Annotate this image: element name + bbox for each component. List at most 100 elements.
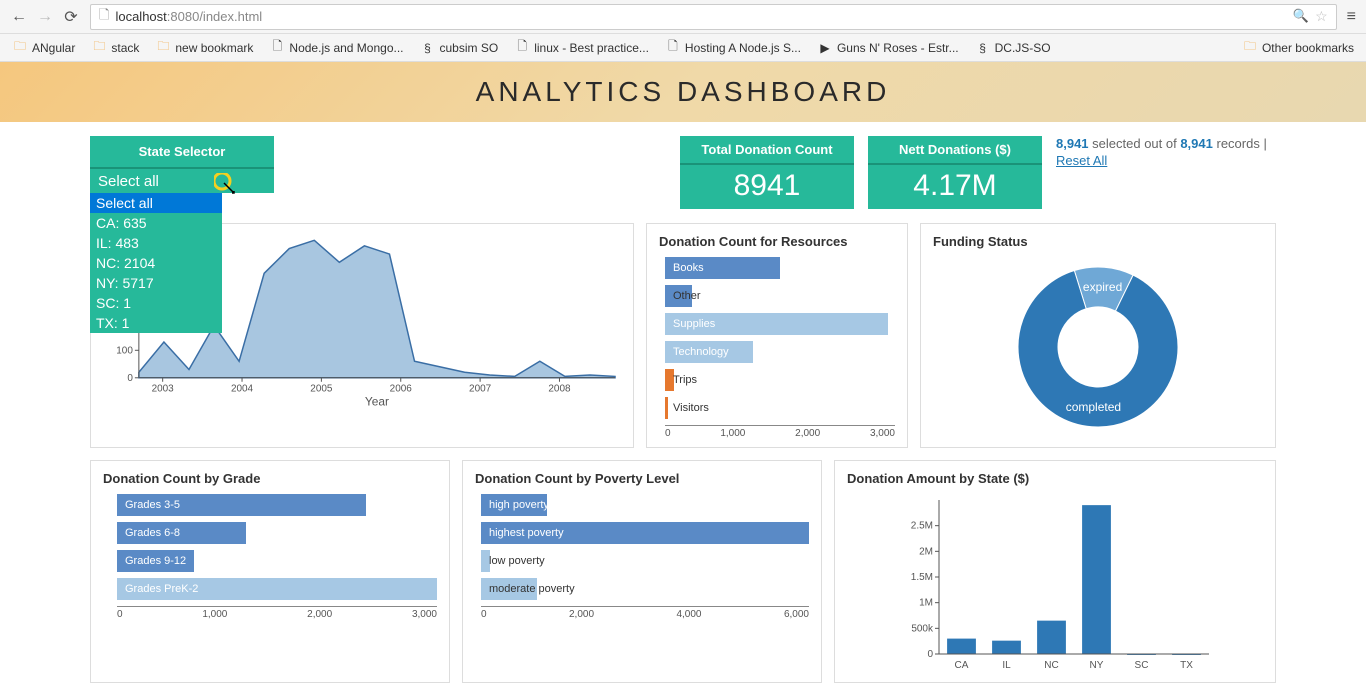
- card-title: Donation Count for Resources: [659, 234, 895, 249]
- svg-text:NC: NC: [1044, 660, 1058, 671]
- row-bar[interactable]: highest poverty: [481, 522, 809, 544]
- dropdown-option[interactable]: NY: 5717: [90, 273, 222, 293]
- state-bar-chart[interactable]: 0500k1M1.5M2M2.5MCAILNCNYSCTX: [847, 494, 1263, 674]
- row-bar[interactable]: Other: [665, 285, 895, 307]
- bookmark-icon: 🗀: [12, 40, 28, 56]
- dropdown-option[interactable]: TX: 1: [90, 313, 222, 333]
- dropdown-option[interactable]: NC: 2104: [90, 253, 222, 273]
- folder-icon: 🗀: [1242, 40, 1258, 56]
- browser-toolbar: ← → ⟳ 🗋 localhost:8080/index.html 🔍 ☆ ≡: [0, 0, 1366, 34]
- address-bar[interactable]: 🗋 localhost:8080/index.html 🔍 ☆: [90, 4, 1337, 30]
- row-bar[interactable]: Technology: [665, 341, 895, 363]
- row-bar[interactable]: low poverty: [481, 550, 809, 572]
- search-icon[interactable]: 🔍: [1293, 8, 1309, 25]
- bookmark-icon: §: [975, 40, 991, 56]
- hamburger-menu-icon[interactable]: ≡: [1343, 8, 1360, 26]
- grade-row-card: Donation Count by Grade Grades 3-5 Grade…: [90, 460, 450, 683]
- svg-text:500k: 500k: [911, 623, 934, 634]
- row-bar[interactable]: Visitors: [665, 397, 895, 419]
- reload-button[interactable]: ⟳: [58, 4, 84, 30]
- row-bar[interactable]: Grades PreK-2: [117, 578, 437, 600]
- row-bar[interactable]: Grades 6-8: [117, 522, 437, 544]
- row-bar[interactable]: Grades 3-5: [117, 494, 437, 516]
- svg-text:2008: 2008: [548, 384, 571, 395]
- svg-text:2M: 2M: [919, 546, 933, 557]
- resources-row-chart[interactable]: Books Other Supplies Technology Trips Vi…: [659, 257, 895, 439]
- svg-text:expired: expired: [1083, 280, 1122, 294]
- bookmarks-bar: 🗀ANgular🗀stack🗀new bookmark🗋Node.js and …: [0, 34, 1366, 62]
- svg-text:SC: SC: [1135, 660, 1149, 671]
- svg-text:100: 100: [116, 345, 133, 356]
- bookmark-icon: 🗀: [91, 40, 107, 56]
- dropdown-option[interactable]: IL: 483: [90, 233, 222, 253]
- card-title: Donation Count by Grade: [103, 471, 437, 486]
- card-title: Donation Amount by State ($): [847, 471, 1263, 486]
- dropdown-option[interactable]: SC: 1: [90, 293, 222, 313]
- bookmark-icon: ▶: [817, 40, 833, 56]
- poverty-row-card: Donation Count by Poverty Level high pov…: [462, 460, 822, 683]
- svg-text:2007: 2007: [469, 384, 492, 395]
- dropdown-option[interactable]: Select all: [90, 193, 222, 213]
- card-title: Donation Count by Poverty Level: [475, 471, 809, 486]
- kpi-label: Nett Donations ($): [868, 136, 1042, 165]
- state-bar-card: Donation Amount by State ($) 0 500k 1M 1.5M…: [834, 460, 1276, 683]
- bookmark-item[interactable]: 🗀new bookmark: [149, 37, 259, 59]
- kpi-total-donation-count: Total Donation Count 8941: [680, 136, 854, 209]
- bookmark-icon: 🗋: [665, 40, 681, 56]
- bookmark-item[interactable]: ▶Guns N' Roses - Estr...: [811, 37, 965, 59]
- record-counter: 8,941 selected out of 8,941 records | Re…: [1056, 136, 1276, 168]
- svg-text:2003: 2003: [152, 384, 175, 395]
- bookmark-item[interactable]: 🗋Node.js and Mongo...: [263, 37, 409, 59]
- svg-text:Year: Year: [365, 395, 389, 409]
- svg-text:2.5M: 2.5M: [911, 521, 933, 532]
- other-bookmarks[interactable]: 🗀 Other bookmarks: [1236, 37, 1360, 59]
- bookmark-star-icon[interactable]: ☆: [1315, 8, 1328, 25]
- state-selector-label: State Selector: [90, 136, 274, 169]
- svg-text:1.5M: 1.5M: [911, 572, 933, 583]
- bookmark-item[interactable]: 🗀stack: [85, 37, 145, 59]
- row-bar[interactable]: Trips: [665, 369, 895, 391]
- bookmark-item[interactable]: 🗋Hosting A Node.js S...: [659, 37, 807, 59]
- page-title: ANALYTICS DASHBOARD: [0, 76, 1366, 108]
- kpi-value: 8941: [680, 165, 854, 209]
- forward-button[interactable]: →: [32, 4, 58, 30]
- bookmark-icon: 🗋: [514, 40, 530, 56]
- svg-text:NY: NY: [1090, 660, 1104, 671]
- bookmark-item[interactable]: 🗀ANgular: [6, 37, 81, 59]
- kpi-label: Total Donation Count: [680, 136, 854, 165]
- funding-donut-chart[interactable]: expired completed: [1014, 263, 1182, 431]
- resources-row-card: Donation Count for Resources Books Other…: [646, 223, 908, 448]
- bookmark-item[interactable]: §DC.JS-SO: [969, 37, 1057, 59]
- kpi-value: 4.17M: [868, 165, 1042, 209]
- svg-text:0: 0: [127, 373, 133, 384]
- card-title: Funding Status: [933, 234, 1263, 249]
- bookmark-icon: §: [420, 40, 436, 56]
- row-bar[interactable]: Grades 9-12: [117, 550, 437, 572]
- svg-text:completed: completed: [1066, 400, 1121, 414]
- state-selector-dropdown[interactable]: Select all Select allCA: 635IL: 483NC: 2…: [90, 169, 274, 193]
- row-bar[interactable]: high poverty: [481, 494, 809, 516]
- poverty-row-chart[interactable]: high poverty highest poverty low poverty…: [475, 494, 809, 620]
- svg-text:2006: 2006: [390, 384, 413, 395]
- row-bar[interactable]: moderate poverty: [481, 578, 809, 600]
- svg-text:IL: IL: [1002, 660, 1011, 671]
- bookmark-item[interactable]: §cubsim SO: [414, 37, 505, 59]
- url-host: localhost: [115, 9, 166, 24]
- state-selector: State Selector Select all Select allCA: …: [90, 136, 274, 193]
- bookmark-icon: 🗋: [269, 40, 285, 56]
- kpi-nett-donations: Nett Donations ($) 4.17M: [868, 136, 1042, 209]
- page-icon: 🗋: [99, 6, 109, 28]
- svg-text:2005: 2005: [310, 384, 333, 395]
- row-bar[interactable]: Supplies: [665, 313, 895, 335]
- reset-all-link[interactable]: Reset All: [1056, 153, 1107, 168]
- bookmark-item[interactable]: 🗋linux - Best practice...: [508, 37, 655, 59]
- bookmark-icon: 🗀: [155, 40, 171, 56]
- state-dropdown-options: Select allCA: 635IL: 483NC: 2104NY: 5717…: [90, 193, 222, 333]
- svg-text:0: 0: [927, 649, 933, 660]
- svg-text:CA: CA: [955, 660, 969, 671]
- back-button[interactable]: ←: [6, 4, 32, 30]
- dropdown-option[interactable]: CA: 635: [90, 213, 222, 233]
- svg-text:1M: 1M: [919, 598, 933, 609]
- grade-row-chart[interactable]: Grades 3-5 Grades 6-8 Grades 9-12 Grades…: [103, 494, 437, 620]
- row-bar[interactable]: Books: [665, 257, 895, 279]
